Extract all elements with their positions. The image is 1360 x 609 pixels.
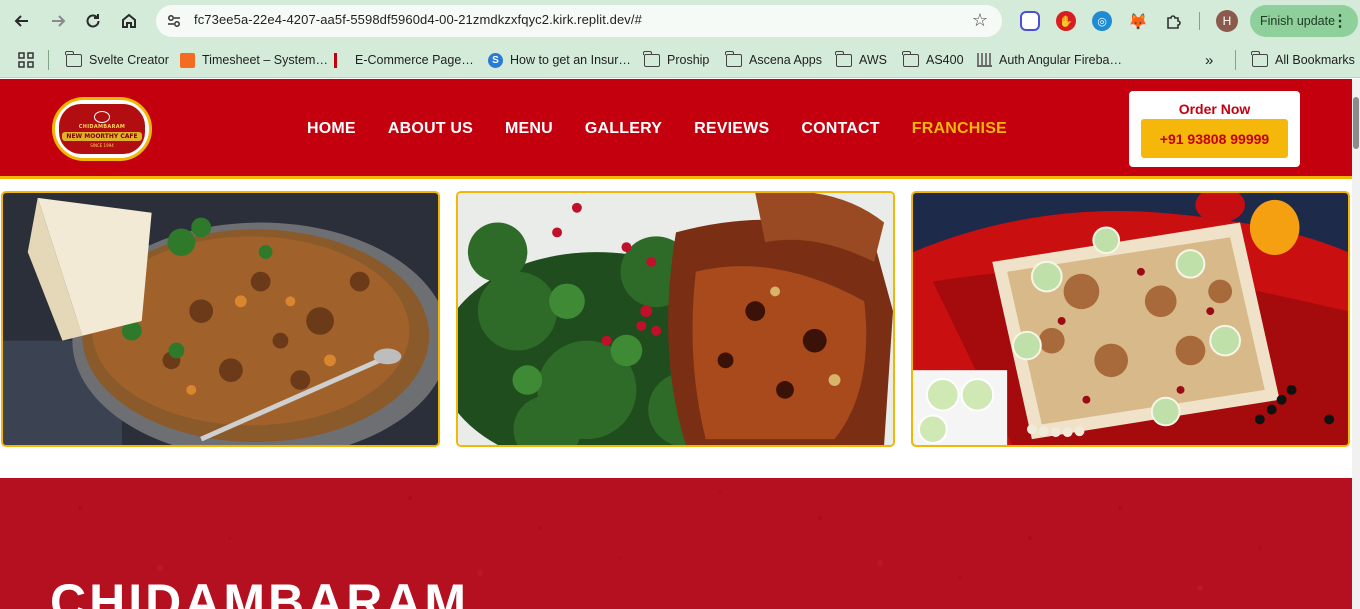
logo-badge: CHIDAMBARAM NEW MOORTHY CAFE SINCE 1994: [59, 104, 145, 154]
browser-toolbar: fc73ee5a-22e4-4207-aa5f-5598df5960d4-00-…: [0, 0, 1360, 42]
bookmark-label: AS400: [926, 53, 964, 67]
hero-title: CHIDAMBARAM: [50, 574, 470, 609]
nav-menu[interactable]: MENU: [505, 120, 553, 138]
nav-franchise[interactable]: FRANCHISE: [912, 120, 1007, 138]
order-now-box: Order Now +91 93808 99999: [1129, 91, 1300, 167]
finish-update-button[interactable]: Finish update ⋮: [1250, 5, 1358, 37]
more-bookmarks-icon[interactable]: »: [1205, 50, 1213, 70]
metamask-fox-icon[interactable]: 🦊: [1128, 11, 1148, 31]
logo-top-text: CHIDAMBARAM: [78, 123, 126, 130]
order-phone-button[interactable]: +91 93808 99999: [1141, 119, 1288, 158]
profile-avatar[interactable]: H: [1216, 10, 1238, 32]
folder-icon: [725, 50, 742, 67]
page-scrollbar[interactable]: [1352, 79, 1360, 609]
bookmark-label: How to get an Insur…: [510, 53, 631, 67]
bookmark-item[interactable]: Timesheet – System…: [180, 50, 328, 70]
folder-icon: [902, 50, 919, 67]
bookmark-label: AWS: [859, 53, 888, 67]
bookmark-item[interactable]: Svelte Creator: [65, 50, 169, 70]
logo-name: NEW MOORTHY CAFE: [62, 131, 142, 141]
bookmarks-bar: Svelte Creator Timesheet – System… E-Com…: [0, 42, 1360, 78]
bookmark-label: Proship: [667, 53, 710, 67]
apps-grid-icon[interactable]: [18, 52, 34, 72]
nav-gallery[interactable]: GALLERY: [585, 120, 662, 138]
bookmark-item[interactable]: Proship: [643, 50, 710, 70]
bookmarks-divider: [48, 50, 49, 70]
bookmark-label: Ascena Apps: [749, 53, 822, 67]
bookmark-label: E-Commerce Page…: [355, 53, 474, 67]
reload-icon[interactable]: [80, 8, 106, 34]
menu-kebab-icon[interactable]: ⋮: [1332, 11, 1348, 31]
timesheet-icon: [180, 52, 195, 68]
folder-icon: [65, 50, 82, 67]
site-settings-icon[interactable]: [166, 13, 182, 29]
hand-extension-icon[interactable]: ✋: [1056, 11, 1076, 31]
hero-section: CHIDAMBARAM: [0, 478, 1352, 609]
bookmarks-divider: [1235, 50, 1236, 70]
site-header: CHIDAMBARAM NEW MOORTHY CAFE SINCE 1994 …: [0, 79, 1360, 179]
folder-icon: [1251, 50, 1268, 67]
nav-home[interactable]: HOME: [307, 120, 356, 138]
bookmark-label: Auth Angular Fireba…: [999, 53, 1122, 67]
logo-sub-text: SINCE 1994: [90, 142, 114, 148]
extensions-puzzle-icon[interactable]: [1164, 11, 1184, 31]
folder-icon: [643, 50, 660, 67]
home-icon[interactable]: [116, 8, 142, 34]
bookmark-item[interactable]: S How to get an Insur…: [488, 50, 631, 70]
chat-extension-icon[interactable]: [1020, 11, 1040, 31]
bookmark-item[interactable]: AWS: [835, 50, 888, 70]
nav-about-us[interactable]: ABOUT US: [388, 120, 473, 138]
toolbar-divider: [1199, 12, 1200, 30]
target-extension-icon[interactable]: ◎: [1092, 11, 1112, 31]
back-icon[interactable]: [9, 8, 35, 34]
cafe-logo[interactable]: CHIDAMBARAM NEW MOORTHY CAFE SINCE 1994: [52, 97, 152, 161]
all-bookmarks-button[interactable]: All Bookmarks: [1251, 50, 1355, 70]
s-logo-icon: S: [488, 52, 503, 68]
bookmark-star-icon[interactable]: ☆: [972, 10, 988, 31]
nav-contact[interactable]: CONTACT: [801, 120, 879, 138]
gallery-image-grilled-chicken[interactable]: [456, 191, 895, 447]
ecommerce-icon: [334, 52, 348, 68]
bookmark-label: Timesheet – System…: [202, 53, 328, 67]
scrollbar-thumb[interactable]: [1353, 97, 1359, 149]
url-text[interactable]: fc73ee5a-22e4-4207-aa5f-5598df5960d4-00-…: [194, 12, 642, 27]
bookmark-item[interactable]: E-Commerce Page…: [334, 50, 474, 70]
forward-icon[interactable]: [45, 8, 71, 34]
order-now-title: Order Now: [1178, 101, 1251, 117]
nav-reviews[interactable]: REVIEWS: [694, 120, 769, 138]
gallery-image-mutton-fry[interactable]: [1, 191, 440, 447]
finish-update-label: Finish update: [1260, 14, 1336, 28]
logo-emblem-icon: [94, 110, 110, 123]
bookmark-item[interactable]: AS400: [902, 50, 964, 70]
all-bookmarks-label: All Bookmarks: [1275, 53, 1355, 67]
main-nav: HOME ABOUT US MENU GALLERY REVIEWS CONTA…: [307, 120, 1039, 138]
address-bar[interactable]: fc73ee5a-22e4-4207-aa5f-5598df5960d4-00-…: [156, 5, 1002, 37]
building-icon: [977, 53, 992, 67]
gallery-image-biryani[interactable]: [911, 191, 1350, 447]
bookmark-item[interactable]: Ascena Apps: [725, 50, 822, 70]
bookmark-label: Svelte Creator: [89, 53, 169, 67]
bookmark-item[interactable]: Auth Angular Fireba…: [977, 50, 1122, 70]
folder-icon: [835, 50, 852, 67]
